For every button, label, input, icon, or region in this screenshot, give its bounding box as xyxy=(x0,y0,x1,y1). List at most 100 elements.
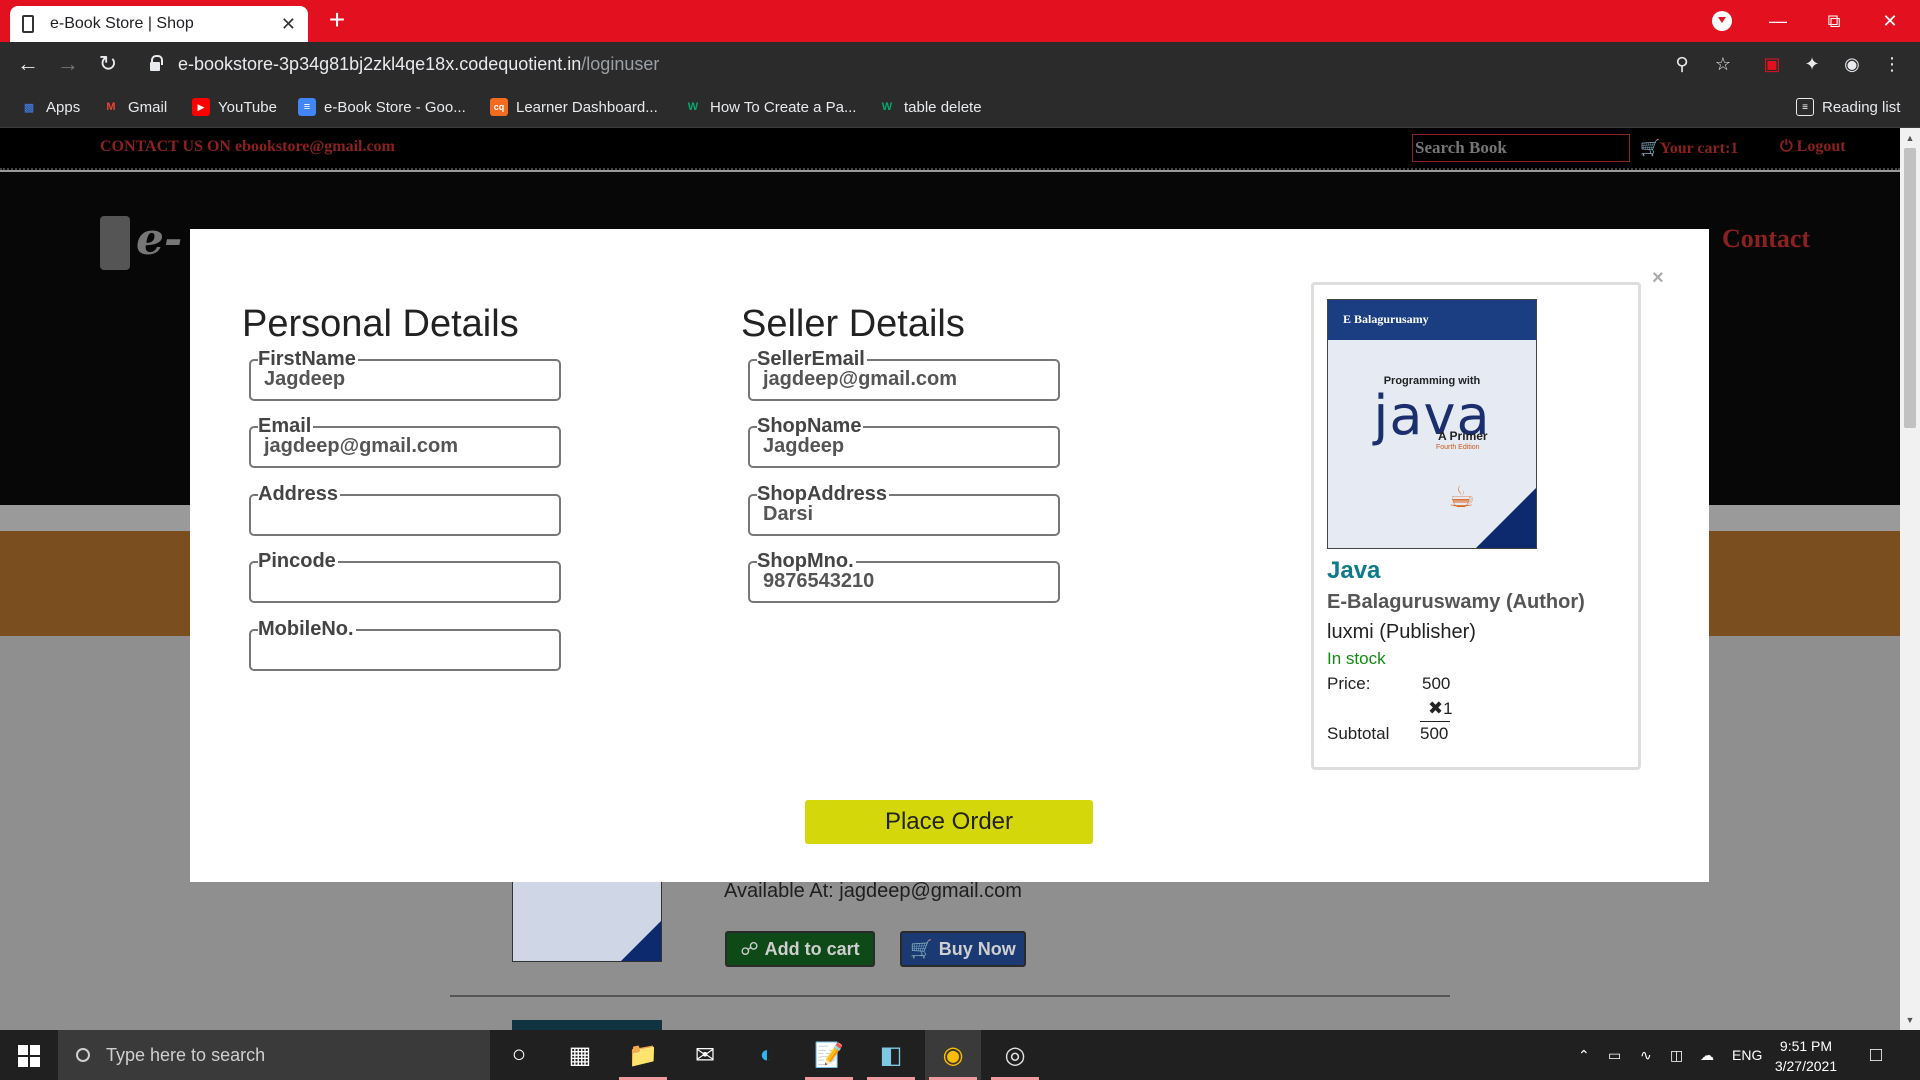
notifications-icon[interactable]: □ xyxy=(1870,1030,1882,1080)
cortana-icon[interactable]: ○ xyxy=(491,1030,547,1080)
shop-address-field[interactable]: ShopAddress Darsi xyxy=(748,484,1060,536)
add-to-cart-button[interactable]: ☍ Add to cart xyxy=(725,931,875,967)
field-label: FirstName xyxy=(258,348,358,370)
reload-icon[interactable]: ↻ xyxy=(94,50,122,78)
tab-search-icon[interactable] xyxy=(1712,11,1732,31)
field-value: Jagdeep xyxy=(264,368,346,390)
reading-list-button[interactable]: ≡ Reading list xyxy=(1796,86,1900,128)
scroll-up-icon[interactable]: ▲ xyxy=(1900,130,1920,146)
firstname-field[interactable]: FirstName Jagdeep xyxy=(249,349,561,401)
product-summary-card: E Balagurusamy Programming with java A P… xyxy=(1311,282,1641,770)
field-label: SellerEmail xyxy=(757,348,867,370)
language-indicator[interactable]: ENG xyxy=(1732,1030,1762,1080)
buy-now-button[interactable]: 🛒 Buy Now xyxy=(900,931,1026,967)
extensions-puzzle-icon[interactable]: ✦ xyxy=(1800,52,1824,76)
email-field[interactable]: Email jagdeep@gmail.com xyxy=(249,416,561,468)
chrome-menu-icon[interactable]: ⋮ xyxy=(1880,52,1904,76)
multiply-icon: ✖ xyxy=(1428,698,1444,718)
place-order-button[interactable]: Place Order xyxy=(805,800,1093,844)
search-book-input[interactable] xyxy=(1412,134,1630,162)
mobile-field[interactable]: MobileNo. xyxy=(249,619,561,671)
sublime-icon[interactable]: ◧ xyxy=(863,1030,919,1080)
address-bar[interactable]: e-bookstore-3p34g81bj2zkl4qe18x.codequot… xyxy=(134,48,1744,80)
modal-close-icon[interactable]: × xyxy=(1652,267,1664,290)
product-title[interactable]: Java xyxy=(1327,557,1380,585)
browser-toolbar: ← → ↻ e-bookstore-3p34g81bj2zkl4qe18x.co… xyxy=(0,42,1920,86)
windows-start-icon[interactable] xyxy=(18,1045,40,1067)
contact-email-text: CONTACT US ON ebookstore@gmail.com xyxy=(100,138,395,155)
taskbar-clock[interactable]: 9:51 PM 3/27/2021 xyxy=(1766,1036,1846,1076)
site-logo-icon[interactable] xyxy=(100,216,130,270)
quantity: ✖1 xyxy=(1420,698,1453,722)
password-key-icon[interactable]: ⚲ xyxy=(1670,52,1694,76)
page-scrollbar[interactable]: ▲ ▼ xyxy=(1900,128,1920,1030)
cart-link[interactable]: 🛒Your cart:1 xyxy=(1640,138,1738,158)
mail-icon[interactable]: ✉ xyxy=(677,1030,733,1080)
product-author: E-Balaguruswamy (Author) xyxy=(1327,591,1585,613)
pocket-extension-icon[interactable]: ▣ xyxy=(1760,52,1784,76)
checkout-modal: × Personal Details Seller Details FirstN… xyxy=(190,229,1709,882)
field-label: ShopAddress xyxy=(757,483,890,505)
seller-email-field[interactable]: SellerEmail jagdeep@gmail.com xyxy=(748,349,1060,401)
field-value: 9876543210 xyxy=(763,570,875,592)
shop-name-field[interactable]: ShopName Jagdeep xyxy=(748,416,1060,468)
scroll-thumb[interactable] xyxy=(1904,148,1916,428)
restore-icon[interactable]: ⧉ xyxy=(1806,0,1862,42)
new-tab-button[interactable]: + xyxy=(322,6,352,36)
stock-status: In stock xyxy=(1327,649,1386,668)
w3schools-icon: W xyxy=(881,101,893,113)
product-publisher: luxmi (Publisher) xyxy=(1327,621,1476,643)
logout-link[interactable]: ⏻ Logout xyxy=(1780,138,1846,156)
show-hidden-icons[interactable]: ⌃ xyxy=(1578,1030,1590,1080)
bookmark-how-to-create[interactable]: W How To Create a Pa... xyxy=(684,86,857,128)
scroll-down-icon[interactable]: ▼ xyxy=(1900,1012,1920,1028)
google-docs-icon: ≡ xyxy=(298,98,316,116)
book-thumbnail xyxy=(512,880,662,962)
profile-avatar-icon[interactable]: ◉ xyxy=(1840,52,1864,76)
book-cover-image: E Balagurusamy Programming with java A P… xyxy=(1327,299,1537,549)
close-window-icon[interactable]: ✕ xyxy=(1862,0,1918,42)
field-value: Jagdeep xyxy=(763,435,845,457)
subtotal-label: Subtotal xyxy=(1327,724,1390,743)
bookmark-apps[interactable]: ▩ Apps xyxy=(20,86,80,128)
task-view-icon[interactable]: ▦ xyxy=(552,1030,608,1080)
site-logo-text: e- xyxy=(136,214,183,265)
obs-icon[interactable]: ◎ xyxy=(987,1030,1043,1080)
cover-title: java xyxy=(1373,384,1491,447)
edge-browser-icon[interactable]: ◐ xyxy=(739,1030,795,1080)
forward-icon[interactable]: → xyxy=(54,50,82,78)
back-icon[interactable]: ← xyxy=(14,50,42,78)
battery-icon[interactable]: ▭ xyxy=(1608,1030,1621,1080)
bookmark-icon: ☍ xyxy=(740,938,759,959)
bookmark-ebook-store-doc[interactable]: ≡ e-Book Store - Goo... xyxy=(298,86,466,128)
tab-close-icon[interactable]: ✕ xyxy=(281,14,296,35)
subtotal-value: 500 xyxy=(1420,724,1449,743)
file-explorer-icon[interactable]: 📁 xyxy=(615,1030,671,1080)
w3schools-icon: W xyxy=(687,101,699,113)
field-value: jagdeep@gmail.com xyxy=(264,435,458,457)
wifi-icon[interactable]: ∿ xyxy=(1640,1030,1652,1080)
network-icon[interactable]: ◫ xyxy=(1670,1030,1683,1080)
onedrive-icon[interactable]: ☁ xyxy=(1700,1030,1714,1080)
bookmarks-bar: ▩ Apps M Gmail ▶ YouTube ≡ e-Book Store … xyxy=(0,86,1920,128)
bookmark-gmail[interactable]: M Gmail xyxy=(102,86,167,128)
bookmark-youtube[interactable]: ▶ YouTube xyxy=(192,86,277,128)
pincode-field[interactable]: Pincode xyxy=(249,551,561,603)
shop-mobile-field[interactable]: ShopMno. 9876543210 xyxy=(748,551,1060,603)
address-field[interactable]: Address xyxy=(249,484,561,536)
browser-tab[interactable]: e-Book Store | Shop ✕ xyxy=(10,6,308,42)
chrome-icon[interactable]: ◉ xyxy=(925,1030,981,1080)
youtube-icon: ▶ xyxy=(192,98,210,116)
browser-titlebar: e-Book Store | Shop ✕ + — ⧉ ✕ xyxy=(0,0,1920,42)
bookmark-star-icon[interactable]: ☆ xyxy=(1711,52,1735,76)
cover-edition: Fourth Edition xyxy=(1436,444,1480,451)
field-value: jagdeep@gmail.com xyxy=(763,368,957,390)
nav-contact-link[interactable]: Contact xyxy=(1722,224,1810,254)
bookmark-learner-dashboard[interactable]: cq Learner Dashboard... xyxy=(490,86,658,128)
field-value: Darsi xyxy=(763,503,814,525)
minimize-icon[interactable]: — xyxy=(1750,0,1806,42)
notepad-plus-icon[interactable]: 📝 xyxy=(801,1030,857,1080)
bookmark-table-delete[interactable]: W table delete xyxy=(878,86,982,128)
taskbar-search-box[interactable]: Type here to search xyxy=(58,1030,490,1080)
search-icon xyxy=(76,1048,90,1062)
